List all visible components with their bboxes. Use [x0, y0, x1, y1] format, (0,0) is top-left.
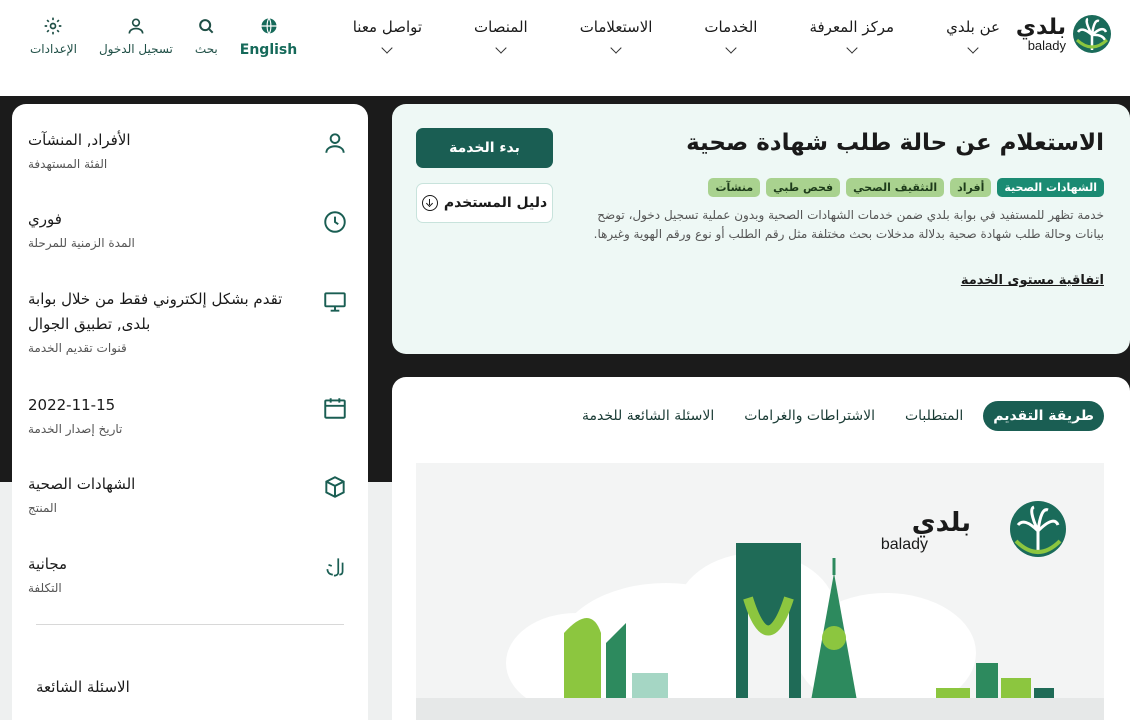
header-tools: الإعدادات تسجيل الدخول بحث English: [30, 16, 297, 58]
info-value: مجانية: [28, 555, 68, 573]
nav-item-contact[interactable]: تواصل معنا: [353, 18, 422, 54]
chevron-down-icon: [967, 42, 979, 54]
tab-conditions-fines[interactable]: الاشتراطات والغرامات: [734, 401, 885, 431]
download-icon: [421, 195, 438, 211]
info-label: التكلفة: [28, 581, 62, 595]
svg-text:بلدي: بلدي: [912, 508, 971, 538]
nav-item-inquiries[interactable]: الاستعلامات: [580, 18, 652, 54]
clock-icon: [320, 209, 348, 237]
tag[interactable]: الشهادات الصحية: [997, 178, 1104, 197]
service-illustration: بلدي balady: [416, 463, 1104, 720]
info-value: فوري: [28, 210, 62, 228]
start-service-button[interactable]: بدء الخدمة: [416, 128, 553, 168]
info-value: الأفراد, المنشآت: [28, 131, 131, 149]
tag[interactable]: فحص طبي: [766, 178, 841, 197]
info-duration: فوري المدة الزمنية للمرحلة: [28, 207, 348, 250]
chevron-down-icon: [846, 42, 858, 54]
login-button[interactable]: تسجيل الدخول: [99, 16, 173, 58]
search-button[interactable]: بحث: [195, 16, 218, 58]
chevron-down-icon: [495, 42, 507, 54]
tag[interactable]: التثقيف الصحي: [846, 178, 945, 197]
settings-button[interactable]: الإعدادات: [30, 16, 77, 58]
nav-item-services[interactable]: الخدمات: [704, 18, 757, 54]
nav-item-about[interactable]: عن بلدي: [946, 18, 1000, 54]
balady-logo[interactable]: بلدي balady: [1016, 14, 1112, 54]
tag[interactable]: أفراد: [950, 178, 992, 197]
info-label: الفئة المستهدفة: [28, 157, 108, 171]
service-summary-card: الاستعلام عن حالة طلب شهادة صحية الشهادا…: [392, 104, 1130, 354]
calendar-icon: [320, 395, 348, 423]
info-channels: تقدم بشكل إلكتروني فقط من خلال بوابة بلد…: [28, 287, 348, 355]
box-icon: [320, 474, 348, 502]
language-switch[interactable]: English: [240, 16, 297, 58]
site-header: بلدي balady عن بلدي مركز المعرفة الخدمات…: [0, 0, 1130, 96]
info-label: قنوات تقديم الخدمة: [28, 341, 127, 355]
user-guide-button[interactable]: دليل المستخدم: [416, 183, 553, 223]
chevron-down-icon: [610, 42, 622, 54]
sla-link[interactable]: اتفاقية مستوى الخدمة: [961, 273, 1104, 288]
palm-emblem-icon: [1073, 15, 1111, 53]
info-value: تقدم بشكل إلكتروني فقط من خلال بوابة بلد…: [28, 290, 283, 333]
service-details-card: طريقة التقديم المتطلبات الاشتراطات والغر…: [392, 377, 1130, 720]
info-target-audience: الأفراد, المنشآت الفئة المستهدفة: [28, 128, 348, 171]
chevron-down-icon: [725, 42, 737, 54]
riyal-icon: [320, 554, 348, 582]
main-nav: عن بلدي مركز المعرفة الخدمات الاستعلامات…: [353, 18, 1000, 54]
info-product: الشهادات الصحية المنتج: [28, 472, 348, 515]
tab-how-to-apply[interactable]: طريقة التقديم: [983, 401, 1104, 431]
service-tags: الشهادات الصحية أفراد التثقيف الصحي فحص …: [708, 178, 1104, 197]
user-icon: [320, 130, 348, 158]
nav-item-platforms[interactable]: المنصات: [474, 18, 528, 54]
tab-service-faq[interactable]: الاسئلة الشائعة للخدمة: [572, 401, 724, 431]
info-label: المنتج: [28, 501, 57, 515]
chevron-down-icon: [381, 42, 394, 54]
globe-icon: [261, 18, 276, 34]
search-icon: [199, 19, 214, 34]
svg-text:balady: balady: [881, 536, 928, 553]
tab-requirements[interactable]: المتطلبات: [895, 401, 973, 431]
nav-item-knowledge-center[interactable]: مركز المعرفة: [809, 18, 894, 54]
divider: [36, 624, 344, 625]
faq-section-title: الاسئلة الشائعة: [36, 678, 130, 696]
info-cost: مجانية التكلفة: [28, 552, 348, 595]
service-title: الاستعلام عن حالة طلب شهادة صحية: [686, 130, 1104, 156]
service-tabs: طريقة التقديم المتطلبات الاشتراطات والغر…: [572, 401, 1104, 431]
logo-arabic-text: بلدي: [1015, 14, 1066, 40]
info-value: الشهادات الصحية: [28, 475, 136, 493]
skyline-illustration: بلدي balady: [416, 463, 1104, 720]
service-description: خدمة تظهر للمستفيد في بوابة بلدي ضمن خدم…: [593, 208, 1104, 241]
logo-english-text: balady: [1027, 37, 1066, 53]
monitor-icon: [320, 289, 348, 317]
info-release-date: 2022-11-15 تاريخ إصدار الخدمة: [28, 393, 348, 436]
gear-icon: [45, 17, 62, 35]
user-icon: [128, 18, 144, 34]
info-label: تاريخ إصدار الخدمة: [28, 422, 123, 436]
info-label: المدة الزمنية للمرحلة: [28, 236, 135, 250]
service-info-sidebar: الأفراد, المنشآت الفئة المستهدفة فوري ال…: [12, 104, 368, 720]
info-value: 2022-11-15: [28, 396, 116, 414]
tag[interactable]: منشآت: [708, 178, 761, 197]
